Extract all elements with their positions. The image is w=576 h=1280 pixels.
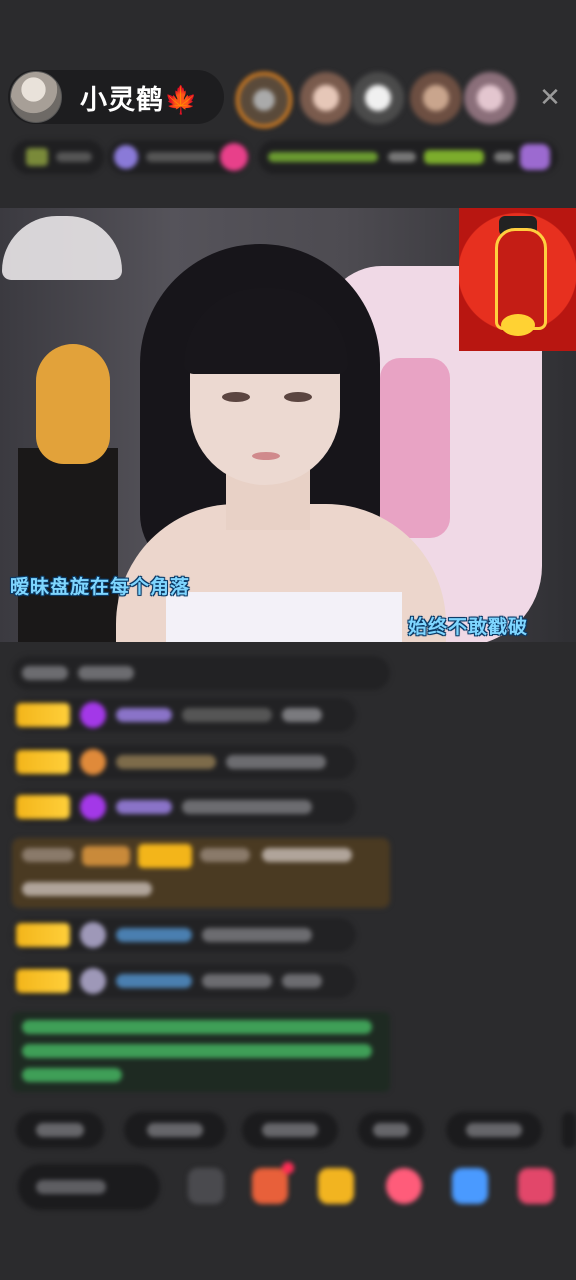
treasure-icon[interactable]	[318, 1168, 354, 1204]
god-of-wealth-poster	[459, 208, 576, 351]
chat-message[interactable]	[12, 745, 356, 779]
eye	[222, 392, 250, 402]
viewer-avatar[interactable]	[352, 72, 404, 124]
viewer-avatar[interactable]	[236, 72, 292, 128]
lamp	[2, 216, 122, 280]
close-icon: ✕	[539, 83, 561, 113]
activity-banner[interactable]	[258, 140, 558, 174]
shelf	[18, 448, 118, 642]
host-avatar[interactable]	[10, 71, 62, 123]
host-name: 小灵鹤🍁	[80, 84, 199, 116]
avatar	[80, 968, 106, 994]
gift-icon[interactable]	[252, 1162, 294, 1204]
quick-chip[interactable]	[446, 1112, 542, 1148]
chat-message[interactable]	[12, 790, 356, 824]
quick-chip[interactable]	[124, 1112, 226, 1148]
quick-chip[interactable]	[562, 1112, 576, 1148]
quick-chip[interactable]	[16, 1112, 104, 1148]
system-message	[12, 656, 390, 690]
host-info-pill[interactable]: 小灵鹤🍁	[8, 70, 224, 124]
viewer-avatar[interactable]	[300, 72, 352, 124]
gaming-chair-panel	[380, 358, 450, 538]
lips	[252, 452, 280, 460]
fan-badge	[16, 795, 70, 819]
fan-badge	[16, 703, 70, 727]
chat-message[interactable]	[12, 698, 356, 732]
diamond-icon	[80, 702, 106, 728]
fan-badge	[16, 923, 70, 947]
live-video[interactable]: 暧昧盘旋在每个角落 始终不敢戳破	[0, 208, 576, 642]
room-notice	[12, 1012, 390, 1092]
quick-chip[interactable]	[242, 1112, 338, 1148]
popularity-badge[interactable]	[108, 140, 250, 174]
share-icon[interactable]	[452, 1168, 488, 1204]
plush-toy	[36, 344, 110, 464]
diamond-icon	[80, 794, 106, 820]
viewer-avatar[interactable]	[464, 72, 516, 124]
streamer-top	[166, 592, 402, 642]
quick-chip[interactable]	[358, 1112, 424, 1148]
close-button[interactable]: ✕	[536, 84, 564, 112]
viewer-avatar[interactable]	[410, 72, 462, 124]
avatar	[80, 749, 106, 775]
lyric-caption-right: 始终不敢戳破	[408, 616, 529, 638]
chat-message[interactable]	[12, 964, 356, 998]
chat-input[interactable]	[18, 1164, 160, 1210]
gift-message[interactable]	[12, 838, 390, 908]
eye	[284, 392, 312, 402]
emoji-icon[interactable]	[188, 1168, 224, 1204]
heart-icon[interactable]	[386, 1168, 422, 1204]
lyric-caption-left: 暧昧盘旋在每个角落	[10, 576, 191, 598]
more-icon[interactable]	[518, 1168, 554, 1204]
chat-message[interactable]	[12, 918, 356, 952]
rank-badge[interactable]	[12, 140, 104, 174]
fan-badge	[16, 750, 70, 774]
avatar	[80, 922, 106, 948]
fan-badge	[16, 969, 70, 993]
